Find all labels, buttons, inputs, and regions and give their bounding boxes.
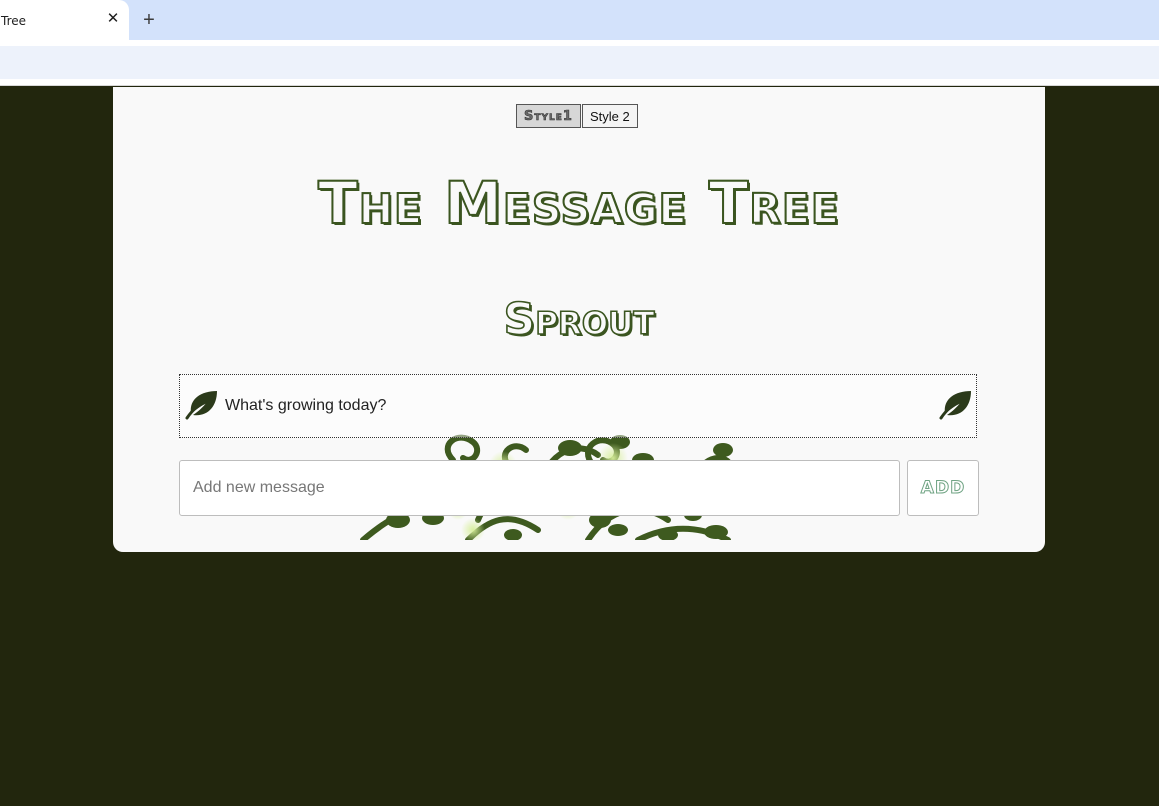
page-subtitle: Sprout	[503, 293, 656, 346]
page-title: The Message Tree	[317, 168, 840, 238]
browser-tabstrip: Tree ✕ +	[0, 0, 1159, 40]
style2-button[interactable]: Style 2	[581, 104, 638, 128]
browser-tab[interactable]: Tree ✕	[0, 0, 129, 40]
message-list-item[interactable]: What's growing today?	[179, 374, 977, 438]
toolbar-divider	[0, 85, 1159, 86]
leaf-icon	[939, 391, 971, 420]
leaf-icon	[185, 391, 217, 420]
close-icon[interactable]: ✕	[106, 11, 120, 27]
message-tree-card: Style1 Style 2 The Message Tree Sprout W…	[113, 87, 1045, 552]
style1-button[interactable]: Style1	[516, 104, 581, 128]
add-button[interactable]: ADD	[907, 460, 979, 516]
address-bar[interactable]	[0, 46, 1159, 79]
style-switcher: Style1 Style 2	[516, 104, 638, 128]
new-message-input[interactable]	[179, 460, 900, 516]
tab-title: Tree	[1, 14, 27, 28]
message-text: What's growing today?	[225, 397, 387, 414]
new-tab-icon[interactable]: +	[140, 10, 158, 30]
browser-toolbar	[0, 40, 1159, 86]
